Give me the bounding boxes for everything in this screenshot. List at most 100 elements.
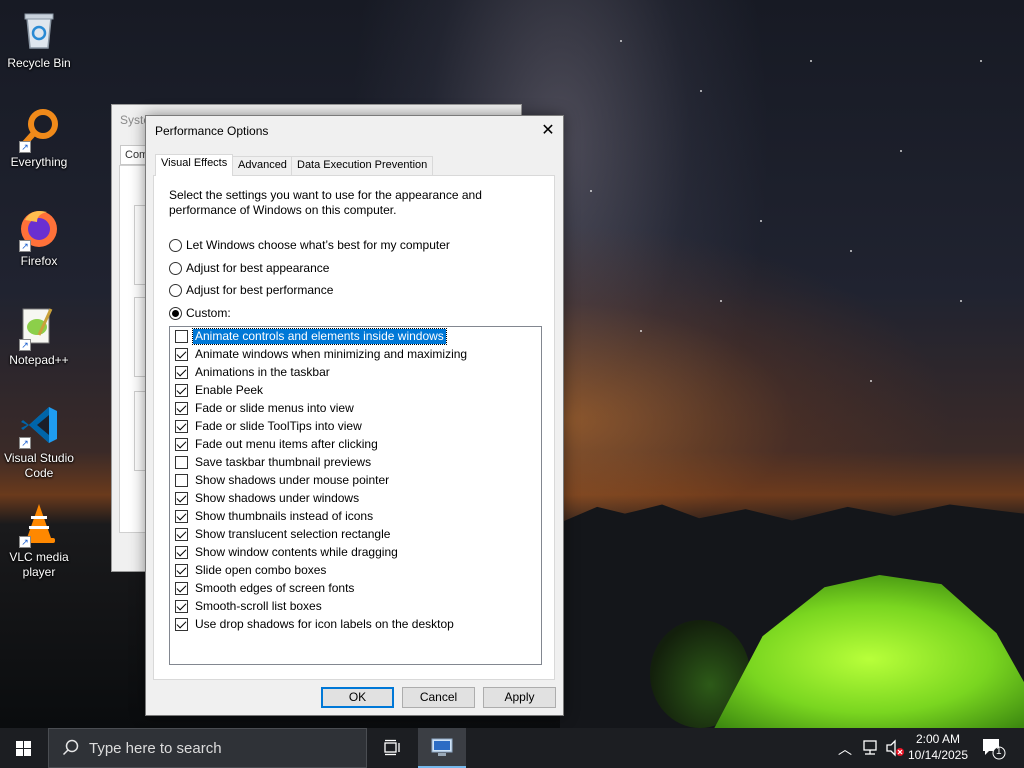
task-view-icon [384, 739, 400, 756]
radio-custom[interactable]: Custom: [169, 305, 231, 321]
radio-best-appearance[interactable]: Adjust for best appearance [169, 260, 329, 276]
effect-checkbox[interactable] [175, 545, 188, 559]
effect-checkbox[interactable] [175, 419, 188, 433]
effect-checkbox[interactable] [175, 491, 188, 505]
visual-effects-list[interactable]: Animate controls and elements inside win… [169, 326, 542, 665]
radio-button[interactable] [169, 283, 182, 297]
effect-list-item[interactable]: Fade out menu items after clicking [170, 435, 541, 453]
effect-label: Show shadows under mouse pointer [195, 472, 390, 487]
effect-checkbox[interactable] [175, 329, 188, 343]
effect-list-item[interactable]: Show thumbnails instead of icons [170, 507, 541, 525]
tab-visual-effects[interactable]: Visual Effects [155, 154, 234, 176]
everything-search-icon: ↗ [17, 107, 61, 153]
volume-muted-icon[interactable] [885, 738, 905, 758]
effect-label: Animate controls and elements inside win… [192, 327, 447, 345]
effect-list-item[interactable]: Slide open combo boxes [170, 561, 541, 579]
effect-label: Show thumbnails instead of icons [195, 508, 374, 523]
effect-label: Show translucent selection rectangle [195, 526, 391, 541]
shortcut-arrow-icon: ↗ [19, 339, 31, 351]
desktop-icon-firefox[interactable]: ↗ Firefox [2, 206, 76, 269]
effect-checkbox[interactable] [175, 599, 188, 613]
effect-checkbox[interactable] [175, 617, 188, 631]
show-hidden-icons-chevron-icon[interactable]: ︿ [838, 739, 852, 759]
radio-label: Custom: [186, 306, 231, 320]
effect-checkbox[interactable] [175, 347, 188, 361]
shortcut-arrow-icon: ↗ [19, 240, 31, 252]
effect-list-item[interactable]: Fade or slide menus into view [170, 399, 541, 417]
effect-checkbox[interactable] [175, 581, 188, 595]
effect-label: Fade or slide ToolTips into view [195, 418, 362, 433]
desktop-icon-vlc[interactable]: ↗ VLC media player [2, 502, 76, 580]
taskbar-search-box[interactable]: Type here to search [48, 728, 367, 768]
desktop-icon-everything[interactable]: ↗ Everything [2, 107, 76, 170]
effect-list-item[interactable]: Animate controls and elements inside win… [170, 327, 541, 345]
desktop-icon-label: Notepad++ [9, 353, 69, 367]
desktop-icon-notepad-plus-plus[interactable]: ↗ Notepad++ [2, 305, 76, 368]
effect-list-item[interactable]: Show shadows under windows [170, 489, 541, 507]
effect-label: Show window contents while dragging [195, 544, 398, 559]
recycle-bin-icon [17, 8, 61, 52]
tab-advanced[interactable]: Advanced [232, 156, 293, 175]
effect-list-item[interactable]: Animations in the taskbar [170, 363, 541, 381]
effect-checkbox[interactable] [175, 527, 188, 541]
effect-list-item[interactable]: Save taskbar thumbnail previews [170, 453, 541, 471]
effect-list-item[interactable]: Smooth edges of screen fonts [170, 579, 541, 597]
radio-button[interactable] [169, 261, 182, 275]
radio-button[interactable] [169, 238, 182, 252]
tab-data-execution-prevention[interactable]: Data Execution Prevention [291, 156, 434, 175]
effect-checkbox[interactable] [175, 509, 188, 523]
effect-list-item[interactable]: Use drop shadows for icon labels on the … [170, 615, 541, 633]
effect-checkbox[interactable] [175, 473, 188, 487]
radio-label: Adjust for best appearance [186, 261, 330, 275]
radio-best-performance[interactable]: Adjust for best performance [169, 282, 333, 298]
desktop-icon-label: Visual Studio Code [4, 451, 74, 480]
close-icon: ✕ [541, 122, 555, 139]
effect-label: Smooth edges of screen fonts [195, 580, 355, 595]
effect-checkbox[interactable] [175, 455, 188, 469]
effect-checkbox[interactable] [175, 563, 188, 577]
effect-checkbox[interactable] [175, 437, 188, 451]
effect-list-item[interactable]: Enable Peek [170, 381, 541, 399]
visual-effects-panel: Select the settings you want to use for … [153, 175, 555, 680]
effect-list-item[interactable]: Show translucent selection rectangle [170, 525, 541, 543]
search-placeholder: Type here to search [89, 740, 222, 757]
effect-label: Smooth-scroll list boxes [195, 598, 322, 613]
notification-count: 1 [996, 746, 1002, 757]
effect-checkbox[interactable] [175, 401, 188, 415]
start-button[interactable] [0, 728, 48, 768]
effect-label: Animate windows when minimizing and maxi… [195, 346, 468, 361]
effect-checkbox[interactable] [175, 365, 188, 379]
effect-list-item[interactable]: Animate windows when minimizing and maxi… [170, 345, 541, 363]
radio-let-windows-choose[interactable]: Let Windows choose what’s best for my co… [169, 237, 450, 253]
cancel-button[interactable]: Cancel [402, 687, 475, 708]
system-properties-icon [431, 738, 453, 756]
close-button[interactable]: ✕ [533, 116, 563, 146]
effect-label: Fade out menu items after clicking [195, 436, 378, 451]
shortcut-arrow-icon: ↗ [19, 141, 31, 153]
apply-button[interactable]: Apply [483, 687, 556, 708]
network-icon[interactable] [861, 738, 881, 758]
desktop-icon-recycle-bin[interactable]: Recycle Bin [2, 8, 76, 71]
effect-label: Enable Peek [195, 382, 264, 397]
desktop-icon-label: Everything [10, 155, 68, 169]
effect-label: Save taskbar thumbnail previews [195, 454, 372, 469]
performance-options-dialog[interactable]: Performance Options ✕ Visual Effects Adv… [145, 115, 564, 716]
vscode-icon: ↗ [17, 403, 61, 449]
radio-button[interactable] [169, 306, 182, 320]
taskbar-clock[interactable]: 2:00 AM 10/14/2025 [905, 731, 971, 763]
settings-description: Select the settings you want to use for … [169, 188, 482, 217]
effect-list-item[interactable]: Smooth-scroll list boxes [170, 597, 541, 615]
effect-list-item[interactable]: Show window contents while dragging [170, 543, 541, 561]
action-center-button[interactable]: 1 [980, 736, 1006, 760]
taskbar-app-system-properties[interactable] [418, 728, 466, 768]
desktop-icon-vscode[interactable]: ↗ Visual Studio Code [2, 403, 76, 481]
search-icon [62, 739, 80, 762]
ok-button[interactable]: OK [321, 687, 394, 708]
effect-checkbox[interactable] [175, 383, 188, 397]
effect-label: Animations in the taskbar [195, 364, 330, 379]
effect-label: Use drop shadows for icon labels on the … [195, 616, 454, 631]
effect-label: Slide open combo boxes [195, 562, 327, 577]
effect-list-item[interactable]: Show shadows under mouse pointer [170, 471, 541, 489]
task-view-button[interactable] [376, 728, 408, 768]
effect-list-item[interactable]: Fade or slide ToolTips into view [170, 417, 541, 435]
